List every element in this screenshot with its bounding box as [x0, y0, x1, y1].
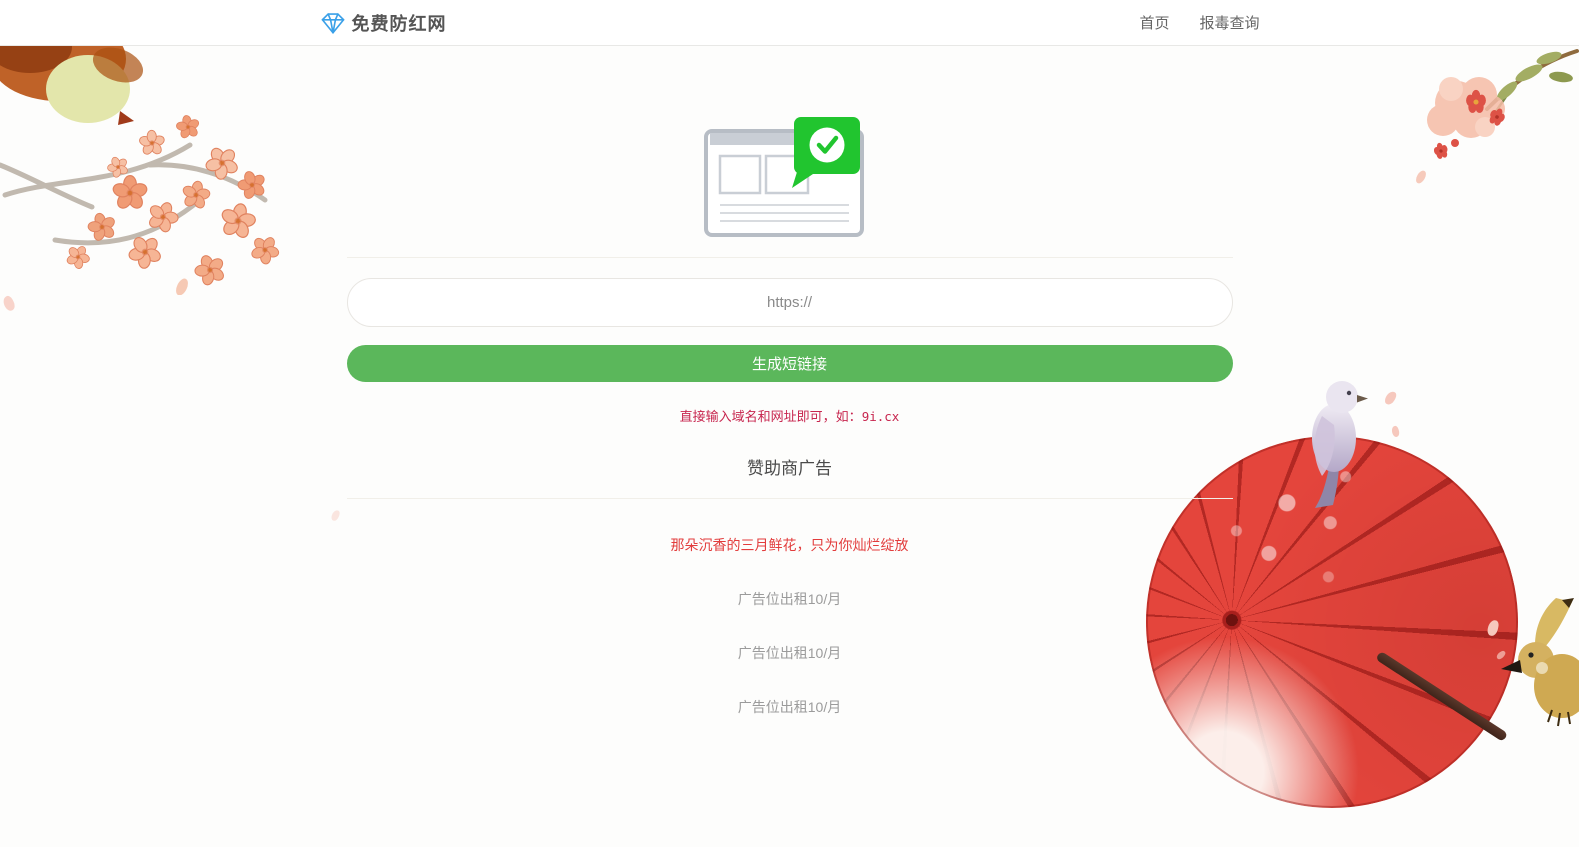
- navbar-container: 免费防红网 首页 报毒查询: [320, 0, 1260, 45]
- generate-shortlink-button[interactable]: 生成短链接: [347, 345, 1233, 382]
- petal-decoration: [1, 295, 17, 313]
- nav-link-home[interactable]: 首页: [1139, 12, 1169, 33]
- input-tip: 直接输入域名和网址即可，如：9i.cx: [347, 406, 1233, 425]
- section-divider: [347, 257, 1233, 258]
- petal-decoration: [1486, 619, 1499, 637]
- ad-slot-link[interactable]: 广告位出租10/月: [347, 697, 1233, 717]
- sponsor-featured-ad[interactable]: 那朵沉香的三月鲜花，只为你灿烂绽放: [347, 535, 1233, 555]
- petal-decoration: [1495, 649, 1506, 661]
- brand-home-link[interactable]: 免费防红网: [320, 10, 447, 36]
- umbrella-handle-art: [1375, 651, 1508, 742]
- petal-decoration: [1390, 425, 1400, 438]
- ad-slot-link[interactable]: 广告位出租10/月: [347, 589, 1233, 609]
- watercolor-blossoms-right: [1379, 45, 1579, 205]
- nav-link-virus-report[interactable]: 报毒查询: [1199, 12, 1259, 33]
- petal-decoration: [330, 509, 340, 522]
- petal-decoration: [1383, 390, 1398, 407]
- ad-slot-link[interactable]: 广告位出租10/月: [347, 643, 1233, 663]
- hero-illustration: [347, 114, 1233, 239]
- yellow-bird-icon: [1500, 598, 1579, 730]
- input-tip-text: 直接输入域名和网址即可，如：: [680, 409, 862, 424]
- navbar: 免费防红网 首页 报毒查询: [0, 0, 1579, 46]
- sponsor-heading: 赞助商广告: [347, 454, 1233, 479]
- watercolor-blossoms-bird-left: [0, 45, 280, 295]
- input-tip-example: 9i.cx: [862, 409, 900, 424]
- perched-bird-icon: [1292, 370, 1377, 510]
- nav-links: 首页 报毒查询: [1139, 12, 1259, 33]
- diamond-icon: [320, 10, 346, 36]
- section-divider: [347, 498, 1233, 499]
- brand-title: 免费防红网: [352, 10, 447, 36]
- url-input[interactable]: [347, 278, 1233, 327]
- main-content: 生成短链接 直接输入域名和网址即可，如：9i.cx 赞助商广告 那朵沉香的三月鲜…: [347, 114, 1233, 717]
- browser-check-illustration: [702, 114, 877, 239]
